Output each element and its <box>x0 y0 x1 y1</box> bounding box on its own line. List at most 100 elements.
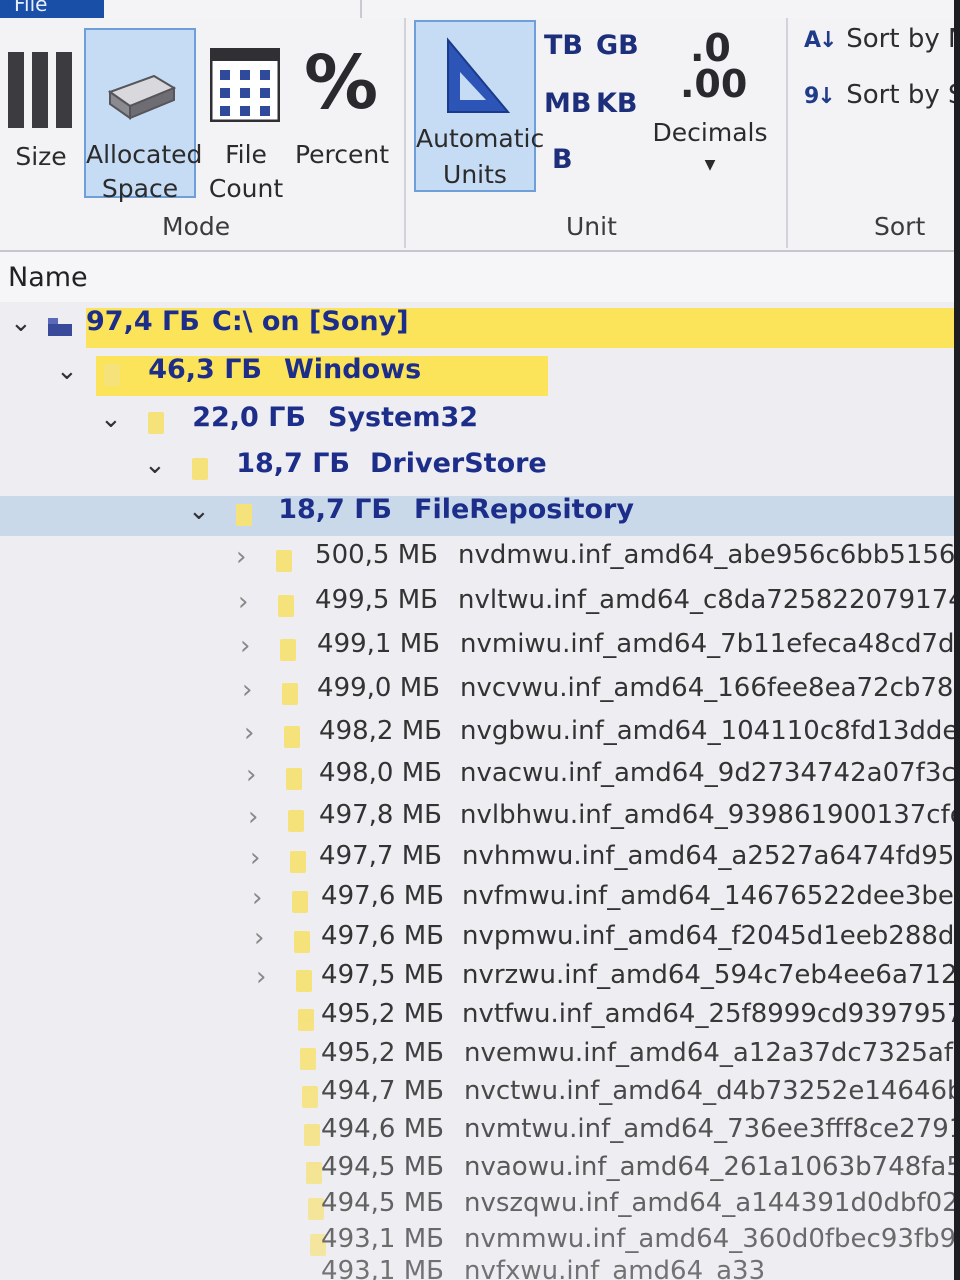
node-size: 495,2 МБ <box>321 1038 444 1068</box>
node-size: 497,7 МБ <box>319 841 442 871</box>
sort-by-size-button[interactable]: 9↓ Sort by Si <box>804 80 960 110</box>
node-name: nvgbwu.inf_amd64_104110c8fd13dde5 <box>460 716 960 746</box>
node-size: 495,2 МБ <box>321 999 444 1029</box>
file-tab-label: File <box>14 0 48 16</box>
file-count-button[interactable]: File Count <box>200 30 292 203</box>
tree-row-child[interactable]: › 498,0 МБ nvacwu.inf_amd64_9d2734742a07… <box>0 758 960 804</box>
chevron-down-icon[interactable]: ⌄ <box>188 496 210 526</box>
unit-b-button[interactable]: B <box>552 144 573 175</box>
unit-group-label: Unit <box>566 212 617 241</box>
chevron-right-icon[interactable]: › <box>236 542 246 572</box>
node-name: Windows <box>284 354 422 385</box>
node-size: 493,1 МБ <box>321 1256 444 1280</box>
file-tab[interactable]: File <box>0 0 104 18</box>
unit-kb-button[interactable]: KB <box>596 88 638 119</box>
node-name: FileRepository <box>414 494 634 525</box>
node-size: 22,0 ГБ <box>192 402 306 433</box>
node-size: 497,6 МБ <box>321 881 444 911</box>
folder-icon <box>104 364 120 386</box>
node-name: nvdmwu.inf_amd64_abe956c6bb5156b2 <box>458 540 960 570</box>
title-strip <box>0 0 960 18</box>
chevron-right-icon[interactable]: › <box>238 587 248 617</box>
node-name: nvfxwu.inf_amd64_a33 <box>464 1256 766 1280</box>
file-count-label-1: File <box>225 140 267 169</box>
allocated-space-label-2: Space <box>101 174 179 203</box>
tree-row-system32[interactable]: ⌄ 22,0 ГБ System32 <box>0 402 960 448</box>
unit-gb-button[interactable]: GB <box>596 30 639 61</box>
folder-icon <box>286 768 302 790</box>
node-size: 493,1 МБ <box>321 1224 444 1254</box>
automatic-units-label-1: Automatic <box>416 124 545 153</box>
unit-mb-button[interactable]: MB <box>544 88 591 119</box>
chevron-right-icon[interactable]: › <box>248 802 258 832</box>
sort-by-name-label: Sort by N <box>846 24 960 54</box>
allocated-space-label-1: Allocated <box>86 140 203 169</box>
unit-tb-button[interactable]: TB <box>544 30 583 61</box>
decimals-label: Decimals <box>652 118 768 147</box>
node-name: nvemwu.inf_amd64_a12a37dc7325af8d <box>464 1038 960 1068</box>
chevron-right-icon[interactable]: › <box>244 718 254 748</box>
chevron-down-icon[interactable]: ⌄ <box>56 356 78 386</box>
node-name: nvmiwu.inf_amd64_7b11efeca48cd7d3 <box>460 629 960 659</box>
node-size: 46,3 ГБ <box>148 354 262 385</box>
tree-row-drive[interactable]: ⌄ 97,4 ГБ C:\ on [Sony] <box>0 306 960 352</box>
ribbon: Size Allocated Space File Count % Percen… <box>0 18 960 252</box>
mode-group-label: Mode <box>162 212 231 241</box>
node-name: nvacwu.inf_amd64_9d2734742a07f3cf <box>460 758 960 788</box>
chevron-down-icon[interactable]: ⌄ <box>100 404 122 434</box>
allocated-space-button[interactable]: Allocated Space <box>84 28 203 203</box>
folder-icon <box>276 550 292 572</box>
node-size: 494,5 МБ <box>321 1188 444 1218</box>
name-column-header[interactable]: Name <box>8 262 88 293</box>
node-size: 494,7 МБ <box>321 1076 444 1106</box>
chevron-right-icon[interactable]: › <box>250 843 260 873</box>
column-header: Name <box>0 252 960 302</box>
file-count-label-2: Count <box>208 174 284 203</box>
decimals-dropdown[interactable]: .0 .00 Decimals ▼ <box>650 24 770 192</box>
percent-icon: % <box>304 40 379 126</box>
node-name: nvtfwu.inf_amd64_25f8999cd9397957 <box>462 999 960 1029</box>
node-size: 500,5 МБ <box>315 540 438 570</box>
tree-row-child[interactable]: › 498,2 МБ nvgbwu.inf_amd64_104110c8fd13… <box>0 716 960 762</box>
node-name: nvctwu.inf_amd64_d4b73252e14646b7 <box>464 1076 960 1106</box>
tree-row-child[interactable]: › 497,8 МБ nvlbhwu.inf_amd64_93986190013… <box>0 800 960 846</box>
sort-az-icon: A↓ <box>804 28 837 53</box>
tree-row-child[interactable]: › 499,1 МБ nvmiwu.inf_amd64_7b11efeca48c… <box>0 629 960 675</box>
chevron-right-icon[interactable]: › <box>246 760 256 790</box>
tree-row-driverstore[interactable]: ⌄ 18,7 ГБ DriverStore <box>0 448 960 494</box>
node-name: nvszqwu.inf_amd64_a144391d0dbf02c6 <box>464 1188 960 1218</box>
chevron-right-icon[interactable]: › <box>240 631 250 661</box>
node-size: 499,1 МБ <box>317 629 440 659</box>
node-size: 18,7 ГБ <box>278 494 392 525</box>
chevron-down-icon[interactable]: ⌄ <box>144 450 166 480</box>
tree-row-windows[interactable]: ⌄ 46,3 ГБ Windows <box>0 354 960 400</box>
tree-row-filerepository[interactable]: ⌄ 18,7 ГБ FileRepository <box>0 494 960 540</box>
chevron-right-icon[interactable]: › <box>256 962 266 992</box>
folder-icon <box>280 639 296 661</box>
chevron-down-icon[interactable]: ⌄ <box>10 308 32 338</box>
node-size: 497,6 МБ <box>321 921 444 951</box>
node-name: nvmtwu.inf_amd64_736ee3fff8ce2791 <box>464 1114 960 1144</box>
tree-row-child[interactable]: › 500,5 МБ nvdmwu.inf_amd64_abe956c6bb51… <box>0 540 960 586</box>
percent-label: Percent <box>294 140 390 169</box>
node-size: 97,4 ГБ <box>86 306 200 337</box>
tree-row-child[interactable]: 493,1 МБ nvfxwu.inf_amd64_a33 <box>0 1256 960 1280</box>
tree-row-child[interactable]: › 499,0 МБ nvcvwu.inf_amd64_166fee8ea72c… <box>0 673 960 719</box>
monitor-bezel <box>954 0 960 1280</box>
ribbon-separator <box>404 18 406 248</box>
automatic-units-button[interactable]: Automatic Units <box>414 20 545 192</box>
sort-by-name-button[interactable]: A↓ Sort by N <box>804 24 960 54</box>
chevron-right-icon[interactable]: › <box>254 923 264 953</box>
node-name: nvcvwu.inf_amd64_166fee8ea72cb783 <box>460 673 960 703</box>
node-name: nvlbhwu.inf_amd64_939861900137cfe4 <box>460 800 960 830</box>
chevron-right-icon[interactable]: › <box>242 675 252 705</box>
node-size: 499,5 МБ <box>315 585 438 615</box>
tree-row-child[interactable]: › 499,5 МБ nvltwu.inf_amd64_c8da72582207… <box>0 585 960 631</box>
chevron-right-icon[interactable]: › <box>252 883 262 913</box>
folder-icon <box>236 504 252 526</box>
node-name: nvhmwu.inf_amd64_a2527a6474fd95b3 <box>462 841 960 871</box>
node-name: nvfmwu.inf_amd64_14676522dee3bec0 <box>462 881 960 911</box>
node-name: nvltwu.inf_amd64_c8da725822079174 <box>458 585 960 615</box>
percent-button[interactable]: % Percent <box>294 30 390 200</box>
size-mode-button[interactable]: Size <box>2 30 80 200</box>
